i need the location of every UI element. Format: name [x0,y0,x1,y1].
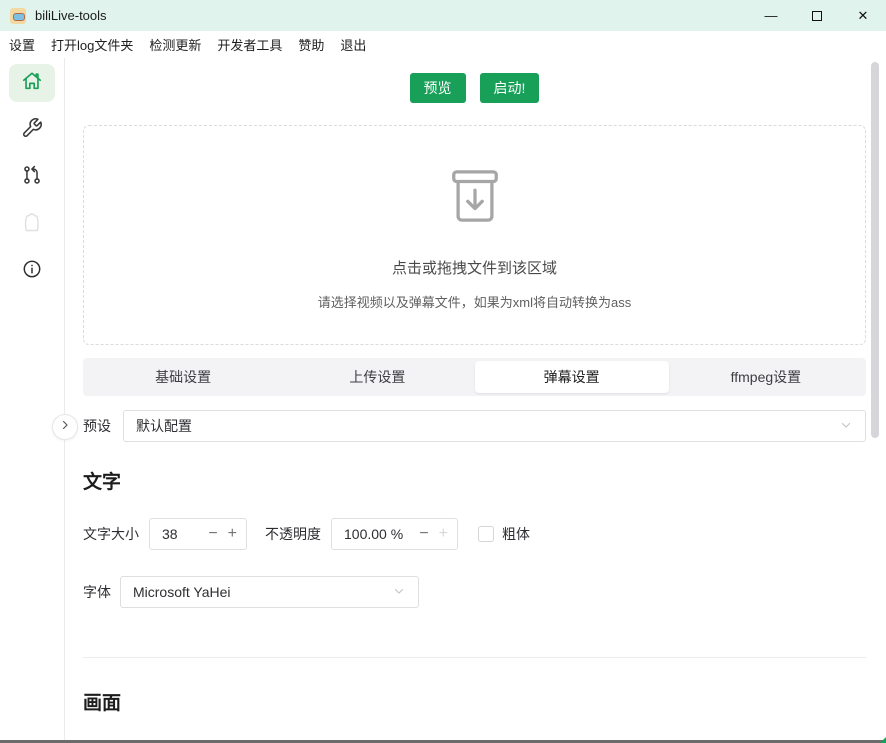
opacity-label: 不透明度 [265,524,321,544]
section-divider [83,657,866,658]
font-size-label: 文字大小 [83,524,139,544]
maximize-icon [812,11,822,21]
wrench-icon [21,117,43,144]
close-button[interactable]: ✕ [840,0,886,31]
menu-item-check-update[interactable]: 检测更新 [149,35,201,54]
app-window: biliLive-tools — ✕ 设置 打开log文件夹 检测更新 开发者工… [0,0,886,743]
home-icon [21,70,43,97]
font-size-value: 38 [150,526,203,542]
tab-danmu-settings[interactable]: 弹幕设置 [475,361,669,393]
preview-button[interactable]: 预览 [410,73,466,103]
window-controls: — ✕ [748,0,886,31]
opacity-input[interactable]: 100.00 % − + [331,518,458,550]
sidebar-item-changelog[interactable] [9,158,55,196]
tab-basic-settings[interactable]: 基础设置 [86,361,280,393]
maximize-button[interactable] [794,0,840,31]
sidebar [0,58,65,740]
chevron-right-icon [58,418,72,437]
text-controls-row: 文字大小 38 − + 不透明度 100.00 % − + 粗体 [83,518,866,550]
opacity-decrease-button[interactable]: − [414,526,433,542]
font-family-value: Microsoft YaHei [133,584,392,600]
section-title-screen: 画面 [83,688,866,715]
preset-value: 默认配置 [136,416,839,436]
settings-tabs: 基础设置 上传设置 弹幕设置 ffmpeg设置 [83,358,866,396]
sidebar-expand-button[interactable] [52,414,78,440]
titlebar: biliLive-tools — ✕ [0,0,886,31]
start-button[interactable]: 启动! [480,73,540,103]
sidebar-item-tools[interactable] [9,111,55,149]
tab-ffmpeg-settings[interactable]: ffmpeg设置 [669,361,863,393]
menu-item-settings[interactable]: 设置 [9,35,35,54]
font-size-decrease-button[interactable]: − [203,526,222,542]
sidebar-item-about[interactable] [9,252,55,290]
chevron-down-icon [392,584,406,601]
info-icon [21,258,43,285]
sidebar-item-extra[interactable] [9,205,55,243]
font-family-select[interactable]: Microsoft YaHei [120,576,419,608]
minimize-icon: — [765,8,778,23]
minimize-button[interactable]: — [748,0,794,31]
action-buttons: 预览 启动! [83,73,866,103]
section-title-text: 文字 [83,467,866,494]
scrollbar[interactable] [871,62,879,438]
preset-select[interactable]: 默认配置 [123,410,866,442]
window-title: biliLive-tools [35,8,107,23]
menu-bar: 设置 打开log文件夹 检测更新 开发者工具 赞助 退出 [0,31,886,58]
clothes-icon [20,210,44,239]
menu-item-exit[interactable]: 退出 [340,35,366,54]
archive-download-icon [443,168,507,229]
opacity-value: 100.00 % [332,526,414,542]
file-dropzone[interactable]: 点击或拖拽文件到该区域 请选择视频以及弹幕文件，如果为xml将自动转换为ass [83,125,866,345]
menu-item-devtools[interactable]: 开发者工具 [217,35,282,54]
preset-label: 预设 [83,416,111,436]
opacity-increase-button[interactable]: + [434,526,457,542]
chevron-down-icon [839,418,853,435]
font-size-input[interactable]: 38 − + [149,518,247,550]
bold-checkbox[interactable] [478,526,494,542]
main-content: 预览 启动! 点击或拖拽文件到该区域 请选择视频以及弹幕文件，如果为xml将自动… [65,58,886,740]
git-compare-icon [21,164,43,191]
dropzone-main-text: 点击或拖拽文件到该区域 [392,257,557,278]
sidebar-item-home[interactable] [9,64,55,102]
menu-item-open-log-folder[interactable]: 打开log文件夹 [51,35,133,54]
tab-upload-settings[interactable]: 上传设置 [280,361,474,393]
preset-row: 预设 默认配置 [83,410,866,442]
font-size-increase-button[interactable]: + [223,526,246,542]
font-family-row: 字体 Microsoft YaHei [83,576,866,608]
dropzone-sub-text: 请选择视频以及弹幕文件，如果为xml将自动转换为ass [318,292,631,311]
bold-label: 粗体 [502,524,530,544]
menu-item-sponsor[interactable]: 赞助 [298,35,324,54]
close-icon: ✕ [858,8,869,24]
font-family-label: 字体 [83,582,111,602]
app-logo-icon [10,8,26,24]
